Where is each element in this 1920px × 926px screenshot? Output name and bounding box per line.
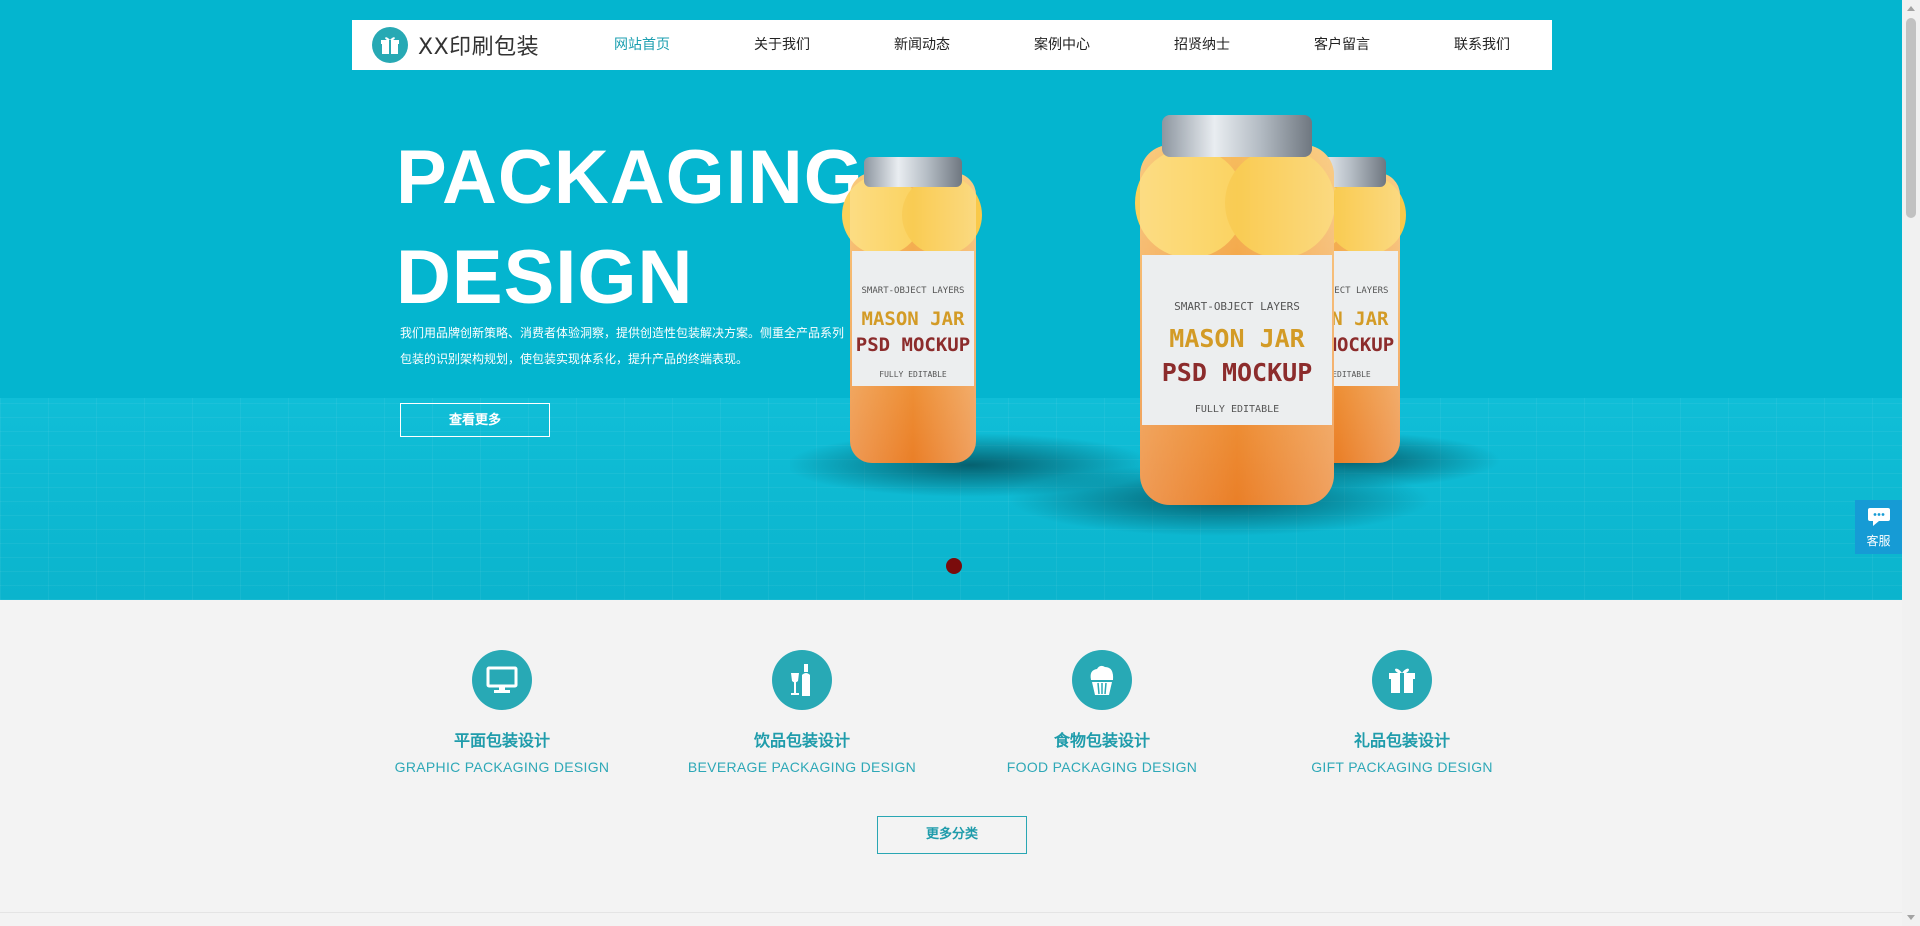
service-graphic-packaging[interactable]: 平面包装设计 GRAPHIC PACKAGING DESIGN bbox=[352, 650, 652, 776]
service-beverage-packaging[interactable]: 饮品包装设计 BEVERAGE PACKAGING DESIGN bbox=[652, 650, 952, 776]
service-subtitle: BEVERAGE PACKAGING DESIGN bbox=[687, 759, 917, 775]
section-divider bbox=[0, 912, 1902, 913]
nav-menu: 网站首页 关于我们 新闻动态 案例中心 招贤纳士 客户留言 联系我们 bbox=[572, 20, 1552, 70]
top-nav-bar: XX印刷包装 网站首页 关于我们 新闻动态 案例中心 招贤纳士 客户留言 联系我… bbox=[352, 20, 1552, 70]
svg-text:SMART-OBJECT LAYERS: SMART-OBJECT LAYERS bbox=[1174, 300, 1300, 313]
scroll-up-arrow-icon[interactable] bbox=[1907, 6, 1915, 11]
service-title: 礼品包装设计 bbox=[1353, 731, 1450, 750]
nav-item-news[interactable]: 新闻动态 bbox=[852, 20, 992, 70]
hero-banner: PACKAGING DESIGN 我们用品牌创新策略、消费者体验洞察，提供创造性… bbox=[0, 0, 1902, 600]
svg-text:MASON JAR: MASON JAR bbox=[862, 308, 966, 330]
service-subtitle: FOOD PACKAGING DESIGN bbox=[1006, 759, 1198, 775]
service-food-packaging[interactable]: 食物包装设计 FOOD PACKAGING DESIGN bbox=[952, 650, 1252, 776]
slider-dot-active[interactable] bbox=[946, 558, 962, 574]
svg-text:FULLY EDITABLE: FULLY EDITABLE bbox=[1195, 404, 1279, 415]
nav-item-home[interactable]: 网站首页 bbox=[572, 20, 712, 70]
nav-item-about[interactable]: 关于我们 bbox=[712, 20, 852, 70]
svg-text:PSD MOCKUP: PSD MOCKUP bbox=[1162, 358, 1313, 387]
scroll-down-arrow-icon[interactable] bbox=[1907, 915, 1915, 920]
nav-item-careers[interactable]: 招贤纳士 bbox=[1132, 20, 1272, 70]
more-categories-button[interactable]: 更多分类 bbox=[877, 816, 1027, 854]
service-subtitle: GIFT PACKAGING DESIGN bbox=[1311, 759, 1493, 775]
svg-text:SMART-OBJECT LAYERS: SMART-OBJECT LAYERS bbox=[862, 286, 965, 296]
service-title: 平面包装设计 bbox=[453, 731, 550, 750]
monitor-icon bbox=[472, 650, 532, 710]
svg-text:FULLY EDITABLE: FULLY EDITABLE bbox=[879, 370, 947, 379]
nav-item-messages[interactable]: 客户留言 bbox=[1272, 20, 1412, 70]
nav-item-cases[interactable]: 案例中心 bbox=[992, 20, 1132, 70]
page-scrollbar[interactable] bbox=[1902, 0, 1920, 926]
cupcake-icon bbox=[1072, 650, 1132, 710]
bottle-icon bbox=[772, 650, 832, 710]
scrollbar-thumb[interactable] bbox=[1906, 18, 1916, 218]
gift-icon bbox=[372, 27, 408, 63]
chat-bubble-icon bbox=[1867, 508, 1890, 526]
hero-title-line2: DESIGN bbox=[396, 235, 694, 320]
view-more-button[interactable]: 查看更多 bbox=[400, 403, 550, 437]
service-title: 饮品包装设计 bbox=[753, 731, 850, 750]
service-title: 食物包装设计 bbox=[1053, 731, 1150, 750]
site-logo[interactable]: XX印刷包装 bbox=[372, 27, 539, 63]
mason-jar-product-image: SMART-OBJECT LAYERS MASON JAR PSD MOCKUP… bbox=[790, 115, 1500, 536]
nav-item-contact[interactable]: 联系我们 bbox=[1412, 20, 1552, 70]
service-gift-packaging[interactable]: 礼品包装设计 GIFT PACKAGING DESIGN bbox=[1252, 650, 1552, 776]
hero-description-line1: 我们用品牌创新策略、消费者体验洞察，提供创造性包装解决方案。侧重全产品系列 bbox=[400, 326, 845, 340]
svg-text:MASON JAR: MASON JAR bbox=[1169, 324, 1305, 353]
customer-service-widget[interactable]: 客服 bbox=[1855, 500, 1902, 554]
chat-widget-label: 客服 bbox=[1866, 534, 1891, 548]
hero-description-line2: 包装的识别架构规划，使包装实现体系化，提升产品的终端表现。 bbox=[400, 352, 749, 366]
gift-icon bbox=[1372, 650, 1432, 710]
service-subtitle: GRAPHIC PACKAGING DESIGN bbox=[394, 759, 610, 775]
service-categories: 平面包装设计 GRAPHIC PACKAGING DESIGN 饮品包装设计 B… bbox=[352, 650, 1552, 800]
svg-text:PSD MOCKUP: PSD MOCKUP bbox=[856, 334, 970, 356]
site-logo-text: XX印刷包装 bbox=[418, 35, 540, 60]
